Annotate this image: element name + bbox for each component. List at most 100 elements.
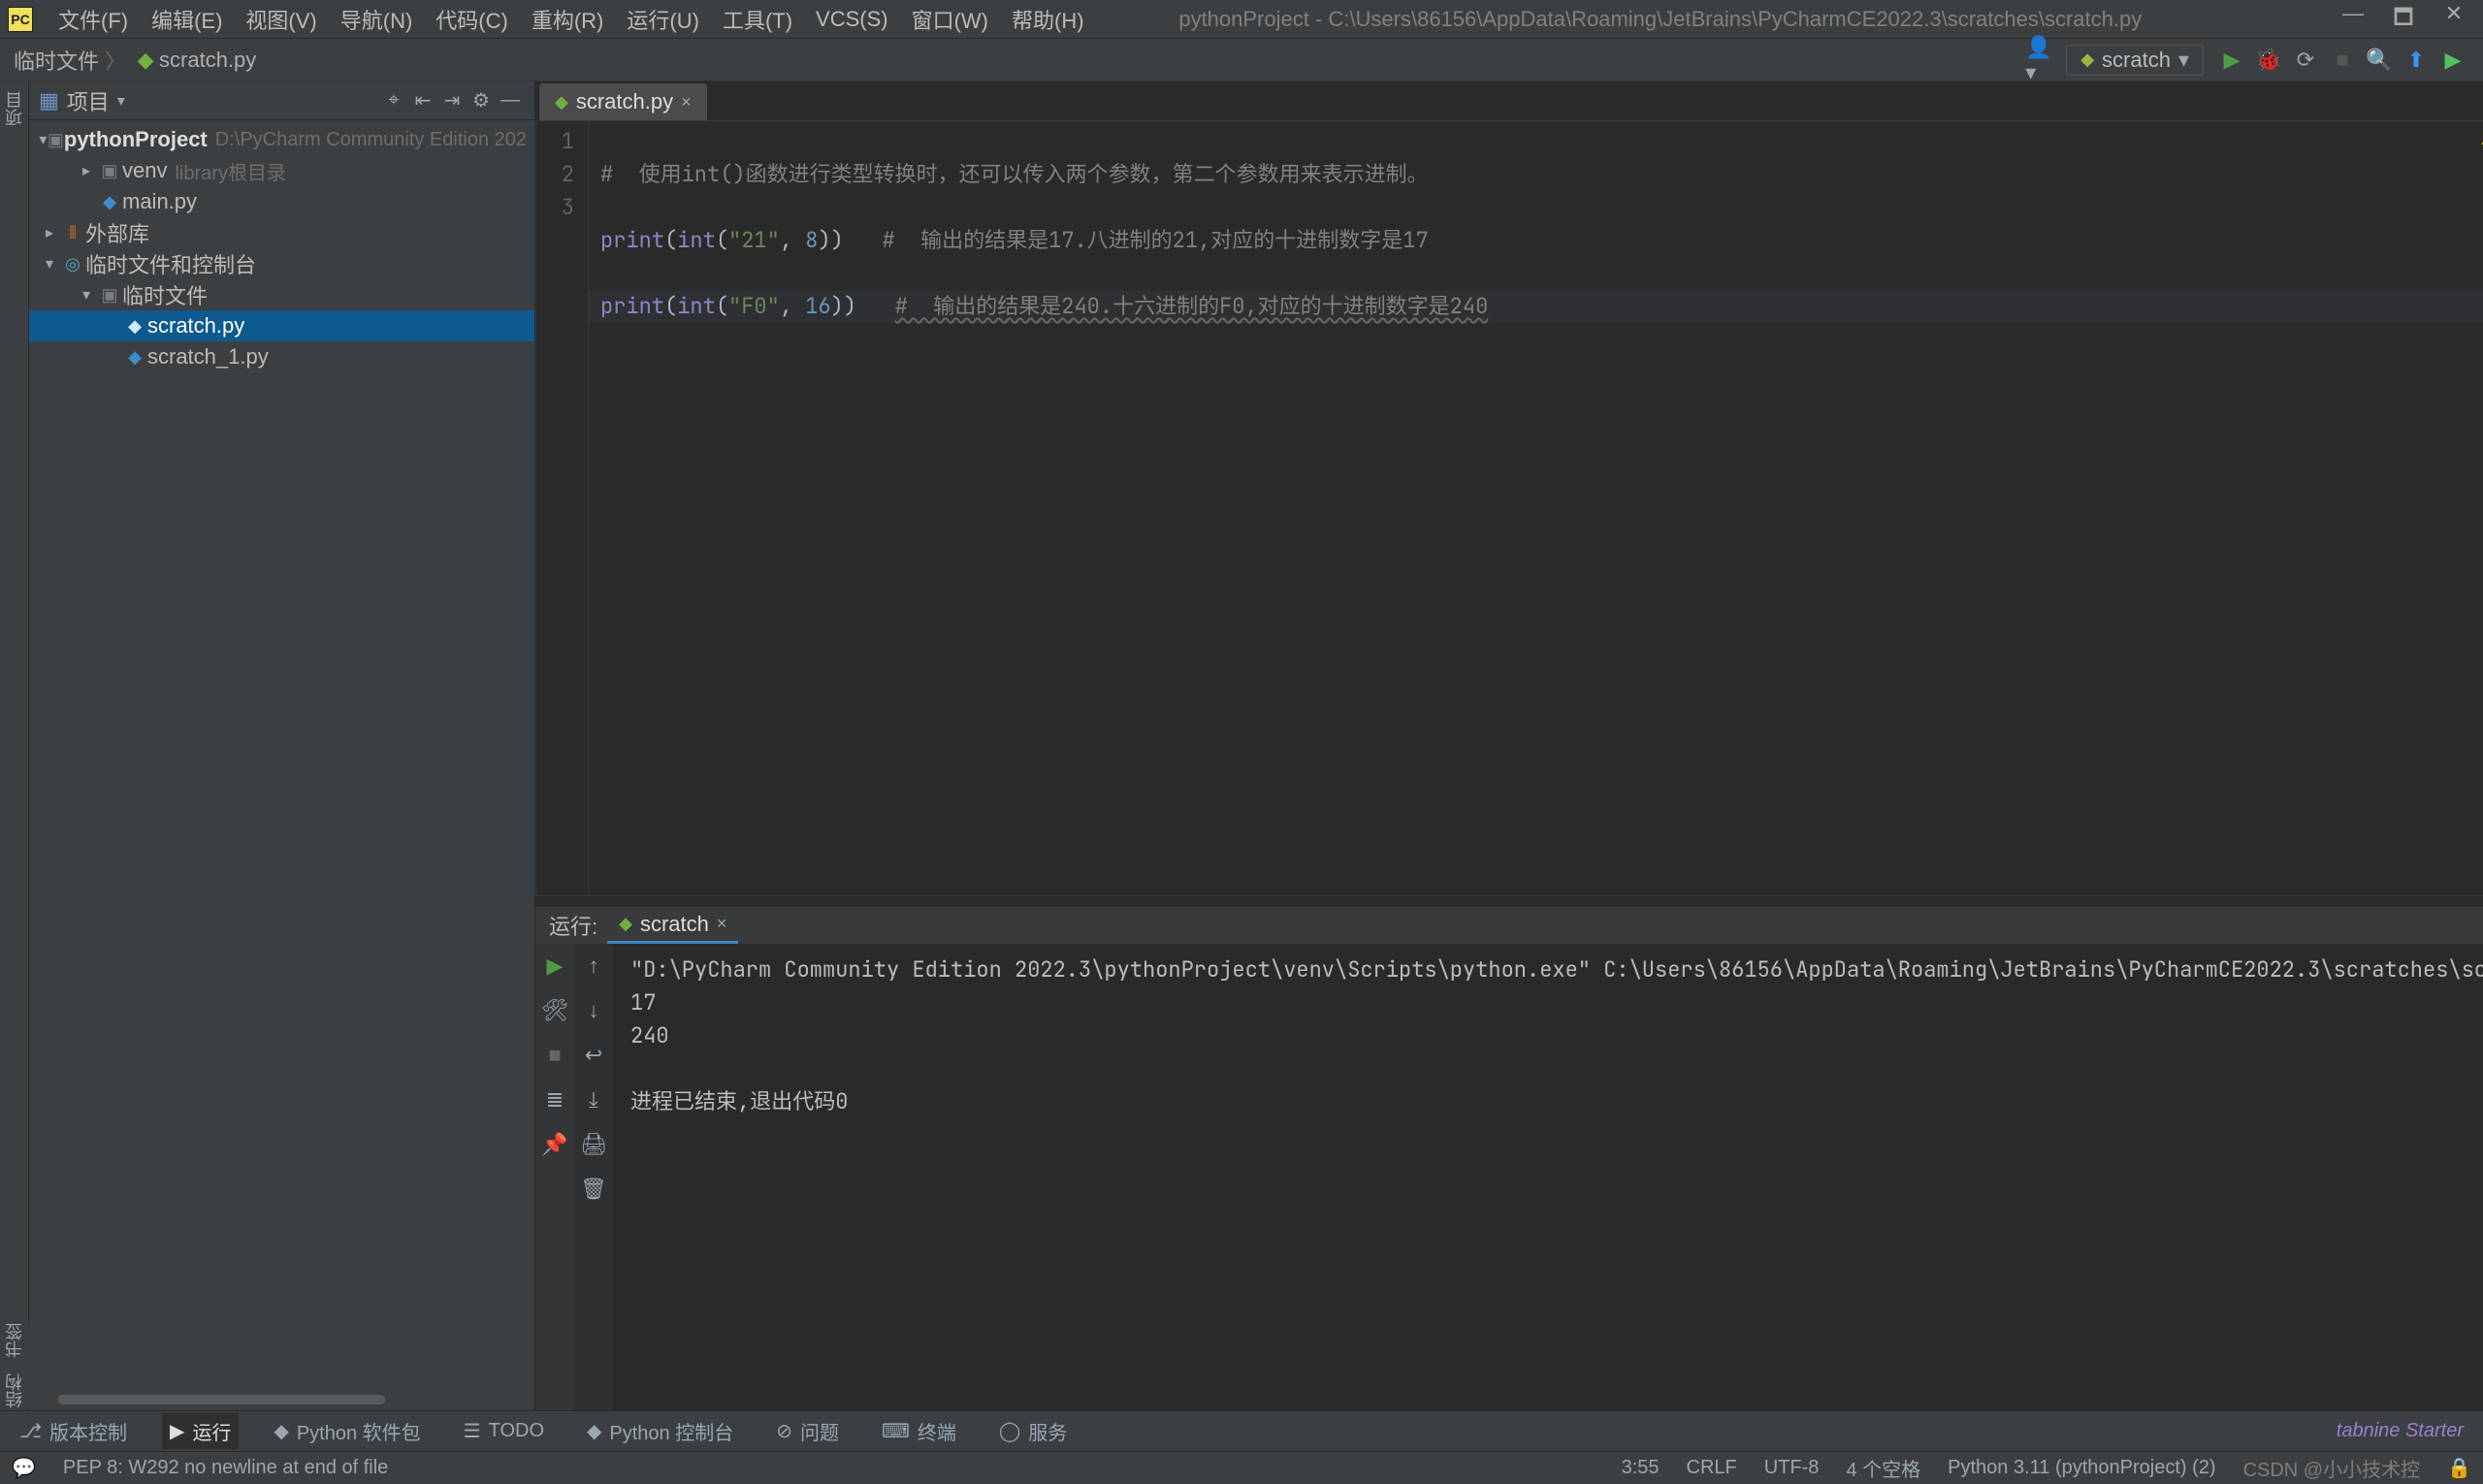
problems-icon: ⊘ xyxy=(776,1419,792,1443)
services-tool-tab[interactable]: ◯服务 xyxy=(991,1413,1075,1449)
menu-item-1[interactable]: 编辑(E) xyxy=(140,4,234,35)
tree-scratch-py[interactable]: ◆ scratch.py xyxy=(29,310,534,341)
run-icon: ▶ xyxy=(170,1419,184,1443)
line-separator[interactable]: CRLF xyxy=(1687,1457,1737,1479)
scroll-to-end-button[interactable]: ⤓ xyxy=(589,1087,598,1113)
menu-item-9[interactable]: 窗口(W) xyxy=(900,4,1000,35)
tree-scratches-root[interactable]: ▾ ◎ 临时文件和控制台 xyxy=(29,248,534,279)
python-file-icon: ◆ xyxy=(122,316,147,337)
navigation-bar: 临时文件 〉 ◆ scratch.py 👤▾ ◆ scratch ▾ ▶ 🐞 ⟳… xyxy=(0,39,2483,81)
close-tab-icon[interactable]: × xyxy=(681,92,692,113)
project-tool-tab[interactable]: 项目 xyxy=(0,87,29,130)
soft-wrap-button[interactable]: ↩ xyxy=(585,1043,602,1068)
print-button[interactable]: 🖨 xyxy=(580,1132,607,1157)
editor-area: ◆ scratch.py × ⋮ 123 # 使用int()函数进行类型转换时，… xyxy=(535,81,2483,1410)
problems-tool-tab[interactable]: ⊘问题 xyxy=(768,1413,847,1449)
rerun-button[interactable]: ▶ xyxy=(547,953,564,979)
breadcrumb-file[interactable]: scratch.py xyxy=(159,48,256,73)
project-tool-header: ▦ 项目 ▾ ⌖ ⇤ ⇥ ⚙ — xyxy=(29,81,534,120)
menu-item-0[interactable]: 文件(F) xyxy=(47,4,140,35)
collapse-all-button[interactable]: ⇥ xyxy=(437,88,467,113)
menu-item-5[interactable]: 重构(R) xyxy=(520,4,616,35)
ide-updates-icon[interactable]: ⬆ xyxy=(2400,44,2433,77)
pin-tab-button[interactable]: 📌 xyxy=(541,1132,567,1157)
python-interpreter[interactable]: Python 3.11 (pythonProject) (2) xyxy=(1948,1457,2215,1479)
menu-item-8[interactable]: VCS(S) xyxy=(804,7,900,32)
tree-scratch1-py[interactable]: ◆ scratch_1.py xyxy=(29,341,534,372)
expand-all-button[interactable]: ⇤ xyxy=(408,88,437,113)
warning-icon: ▲ xyxy=(2477,128,2483,150)
menu-item-3[interactable]: 导航(N) xyxy=(329,4,425,35)
indent-setting[interactable]: 4 个空格 xyxy=(1846,1454,1920,1482)
tree-main-py[interactable]: ◆ main.py xyxy=(29,186,534,217)
close-window-button[interactable]: ✕ xyxy=(2442,1,2466,38)
breadcrumb-root[interactable]: 临时文件 xyxy=(14,45,99,76)
hide-tool-button[interactable]: — xyxy=(496,89,525,112)
file-encoding[interactable]: UTF-8 xyxy=(1764,1457,1820,1479)
terminal-tool-tab[interactable]: ⌨终端 xyxy=(874,1413,964,1449)
ide-settings-icon[interactable]: ▶ xyxy=(2436,44,2469,77)
menu-item-10[interactable]: 帮助(H) xyxy=(1000,4,1096,35)
python-packages-tool-tab[interactable]: ◆Python 软件包 xyxy=(266,1413,428,1449)
editor-inspection-widget[interactable]: ▲ 1 ∧ ∨ xyxy=(2477,127,2483,151)
run-config-selector[interactable]: ◆ scratch ▾ xyxy=(2066,45,2204,76)
run-action-toolbar: ▶ 🛠 ■ ≣ 📌 xyxy=(535,944,574,1410)
run-button[interactable]: ▶ xyxy=(2215,44,2248,77)
chevron-down-icon[interactable]: ▾ xyxy=(76,285,97,305)
status-message[interactable]: PEP 8: W292 no newline at end of file xyxy=(63,1457,388,1479)
editor-tab-bar: ◆ scratch.py × ⋮ xyxy=(535,81,2483,120)
pause-button[interactable]: ■ xyxy=(548,1043,561,1068)
chevron-right-icon[interactable]: ▸ xyxy=(76,161,97,180)
down-stack-button[interactable]: ↓ xyxy=(589,998,599,1023)
run-tool-tab[interactable]: ▶运行 xyxy=(162,1413,239,1449)
chevron-down-icon[interactable]: ▾ xyxy=(39,254,60,274)
python-console-tool-tab[interactable]: ◆Python 控制台 xyxy=(579,1413,741,1449)
status-bar: 💬 PEP 8: W292 no newline at end of file … xyxy=(0,1451,2483,1484)
select-opened-file-button[interactable]: ⌖ xyxy=(379,89,408,112)
tree-venv[interactable]: ▸ ▣ venv library根目录 xyxy=(29,155,534,186)
chevron-down-icon[interactable]: ▾ xyxy=(39,130,48,149)
tool-settings-button[interactable]: ⚙ xyxy=(467,88,496,113)
debug-button[interactable]: 🐞 xyxy=(2252,44,2285,77)
chevron-down-icon[interactable]: ▾ xyxy=(117,91,125,111)
horizontal-scrollbar[interactable] xyxy=(58,1395,385,1404)
menu-item-2[interactable]: 视图(V) xyxy=(234,4,328,35)
project-tree[interactable]: ▾ ▣ pythonProject D:\PyCharm Community E… xyxy=(29,120,534,1395)
coverage-button[interactable]: ⟳ xyxy=(2289,44,2322,77)
code-editor[interactable]: # 使用int()函数进行类型转换时，还可以传入两个参数，第二个参数用来表示进制… xyxy=(589,121,2483,895)
tree-external-libs[interactable]: ▸ ⫴ 外部库 xyxy=(29,217,534,248)
read-lock-icon[interactable]: 🔒 xyxy=(2447,1456,2471,1480)
up-stack-button[interactable]: ↑ xyxy=(589,953,599,979)
stop-button[interactable]: ■ xyxy=(2326,44,2359,77)
python-icon: ◆ xyxy=(619,914,632,934)
watermark-text: CSDN @小小技术控 xyxy=(2243,1454,2421,1482)
close-run-tab-icon[interactable]: × xyxy=(717,914,727,934)
search-everywhere-button[interactable]: 🔍 xyxy=(2363,44,2396,77)
maximize-button[interactable]: 🗖 xyxy=(2392,1,2415,38)
tree-scratches-dir[interactable]: ▾ ▣ 临时文件 xyxy=(29,279,534,310)
dump-threads-button[interactable]: ≣ xyxy=(546,1087,564,1113)
caret-position[interactable]: 3:55 xyxy=(1622,1457,1660,1479)
terminal-icon: ⌨ xyxy=(882,1419,910,1443)
vcs-tool-tab[interactable]: ⎇版本控制 xyxy=(12,1413,135,1449)
user-icon[interactable]: 👤▾ xyxy=(2025,44,2058,77)
run-tab[interactable]: ◆ scratch × xyxy=(607,907,738,944)
clear-all-button[interactable]: 🗑 xyxy=(580,1177,607,1202)
todo-tool-tab[interactable]: ☰TODO xyxy=(456,1415,552,1447)
tree-root[interactable]: ▾ ▣ pythonProject D:\PyCharm Community E… xyxy=(29,124,534,155)
tabnine-widget[interactable]: tabnine Starter xyxy=(2329,1416,2471,1446)
menu-item-6[interactable]: 运行(U) xyxy=(615,4,711,35)
run-console-output[interactable]: "D:\PyCharm Community Edition 2022.3\pyt… xyxy=(613,944,2483,1410)
menu-item-7[interactable]: 工具(T) xyxy=(711,4,804,35)
bookmarks-tool-tab[interactable]: 书签 xyxy=(2,1323,27,1358)
editor-tab-scratch[interactable]: ◆ scratch.py × xyxy=(539,83,707,120)
chevron-right-icon[interactable]: ▸ xyxy=(39,223,60,242)
structure-tool-tab[interactable]: 结构 xyxy=(2,1373,27,1408)
menu-item-4[interactable]: 代码(C) xyxy=(424,4,520,35)
scratches-icon: ◎ xyxy=(60,254,85,274)
project-title[interactable]: 项目 xyxy=(67,85,110,116)
stop-run-button[interactable]: 🛠 xyxy=(541,998,568,1023)
minimize-button[interactable]: — xyxy=(2341,1,2365,38)
main-area: 项目 ▦ 项目 ▾ ⌖ ⇤ ⇥ ⚙ — ▾ ▣ pythonProject D:… xyxy=(0,81,2483,1410)
project-tool-window: ▦ 项目 ▾ ⌖ ⇤ ⇥ ⚙ — ▾ ▣ pythonProject D:\Py… xyxy=(29,81,535,1410)
